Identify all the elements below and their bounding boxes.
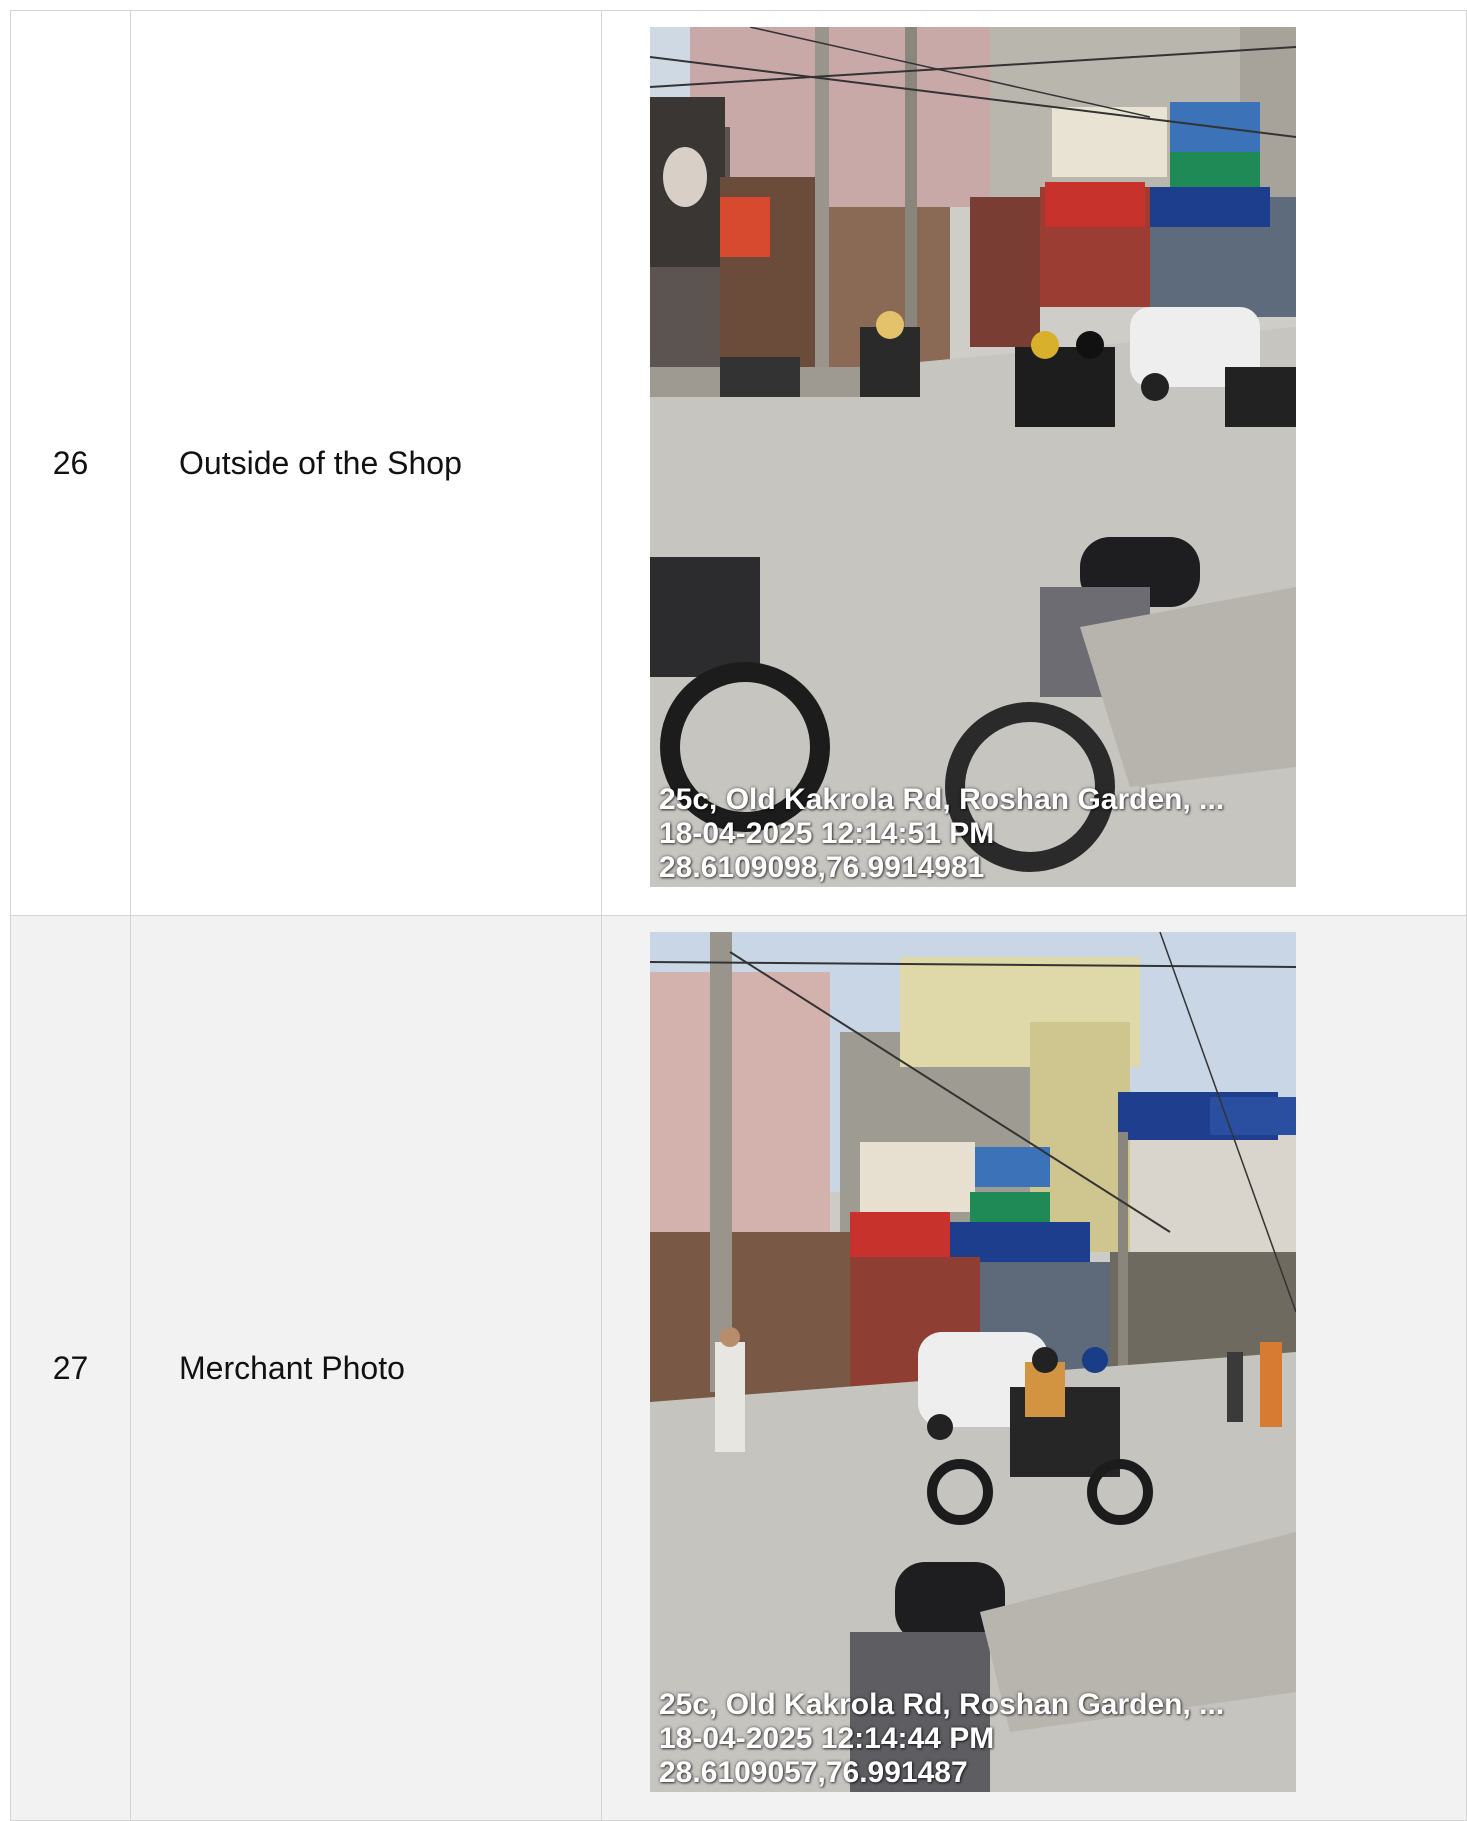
geotag-address: 25c, Old Kakrola Rd, Roshan Garden, ...	[659, 783, 1225, 816]
merchant-scene-image	[650, 932, 1296, 1792]
geotag-datetime: 18-04-2025 12:14:44 PM	[659, 1722, 995, 1755]
geotag-stamp: 25c, Old Kakrola Rd, Roshan Garden, ... …	[659, 1688, 1224, 1790]
row-number: 27	[10, 915, 131, 1821]
geotag-stamp: 25c, Old Kakrola Rd, Roshan Garden, ... …	[659, 783, 1224, 885]
geotag-coordinates: 28.6109098,76.9914981	[659, 851, 985, 884]
photo-cell: 25c, Old Kakrola Rd, Roshan Garden, ... …	[601, 10, 1467, 916]
photo-evidence-table: 26 Outside of the Shop 25c, Old Kakrola …	[10, 10, 1467, 1821]
table-row: 26 Outside of the Shop 25c, Old Kakrola …	[10, 10, 1467, 916]
merchant-photo[interactable]: 25c, Old Kakrola Rd, Roshan Garden, ... …	[650, 932, 1296, 1792]
geotag-address: 25c, Old Kakrola Rd, Roshan Garden, ...	[659, 1688, 1225, 1721]
geotag-datetime: 18-04-2025 12:14:51 PM	[659, 817, 995, 850]
row-label: Merchant Photo	[130, 915, 602, 1821]
row-number: 26	[10, 10, 131, 916]
row-label: Outside of the Shop	[130, 10, 602, 916]
photo-cell: 25c, Old Kakrola Rd, Roshan Garden, ... …	[601, 915, 1467, 1821]
geotag-coordinates: 28.6109057,76.991487	[659, 1756, 968, 1789]
street-scene-image	[650, 27, 1296, 887]
table-row: 27 Merchant Photo 25c, Old Kakrola Rd, R…	[10, 915, 1467, 1821]
street-photo[interactable]: 25c, Old Kakrola Rd, Roshan Garden, ... …	[650, 27, 1296, 887]
